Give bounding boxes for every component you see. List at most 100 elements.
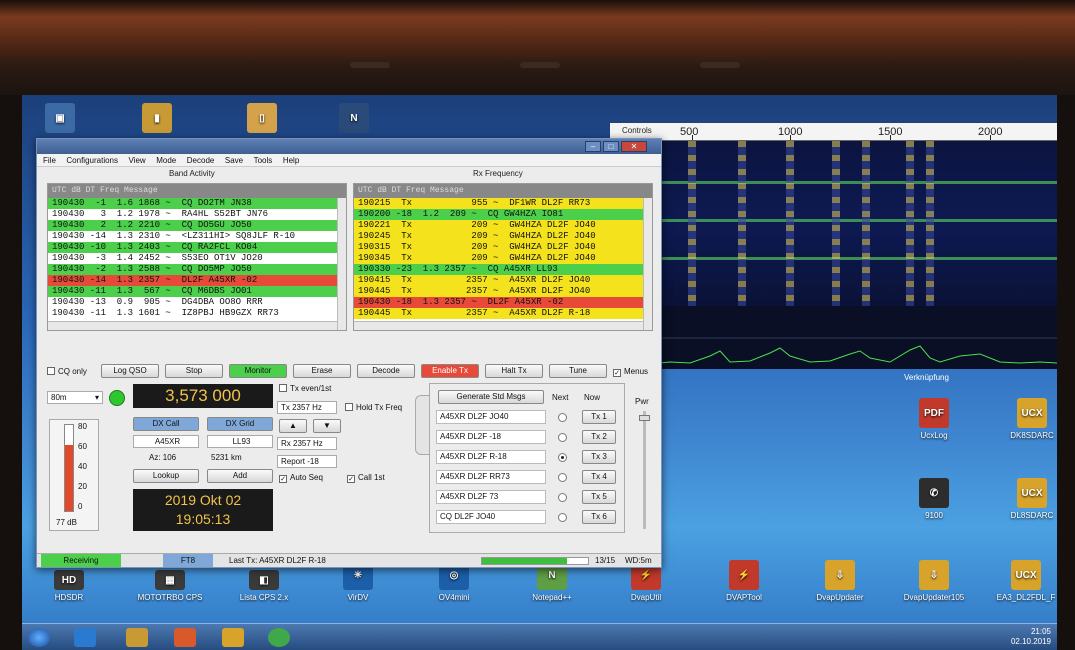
desktop-icon-ea3[interactable]: UCX EA3_DL2FDL_F xyxy=(990,560,1057,602)
halt-tx-button[interactable]: Halt Tx xyxy=(485,364,543,378)
hold-tx-freq-checkbox[interactable]: Hold Tx Freq xyxy=(345,403,402,412)
tx-message-field[interactable]: A45XR DL2F JO40 xyxy=(436,410,546,424)
tx-message-field[interactable]: A45XR DL2F RR73 xyxy=(436,470,546,484)
cq-only-checkbox[interactable]: CQ only xyxy=(47,367,87,376)
decode-row[interactable]: 190430 -2 1.3 2588 ~ CQ DO5MP JO50 xyxy=(48,264,346,275)
taskbar-ucx-icon[interactable] xyxy=(222,628,244,647)
desktop-icon-dk8sdarc[interactable]: UCX DK8SDARC xyxy=(996,398,1057,440)
decode-row[interactable]: 190430 -18 1.3 2357 ~ DL2F A45XR -02 xyxy=(354,297,652,308)
desktop-icon-ucxlog[interactable]: PDF UcxLog xyxy=(898,398,970,440)
rx-frequency-list[interactable]: UTC dB DT Freq Message 190215 Tx 955 ~ D… xyxy=(353,183,653,331)
decode-button[interactable]: Decode xyxy=(357,364,415,378)
wsjtx-window[interactable]: – □ ✕ File Configurations View Mode Deco… xyxy=(36,138,662,568)
report-spinbox[interactable]: Report -18 xyxy=(277,455,337,468)
tx-now-button[interactable]: Tx 2 xyxy=(582,430,616,444)
erase-button[interactable]: Erase xyxy=(293,364,351,378)
maximize-button[interactable]: □ xyxy=(603,141,619,152)
desktop-icon-hdsdr[interactable]: HD HDSDR xyxy=(34,570,104,602)
dx-call-input[interactable]: A45XR xyxy=(133,435,199,448)
menu-save[interactable]: Save xyxy=(225,154,243,167)
decode-row[interactable]: 190345 Tx 209 ~ GW4HZA DL2F JO40 xyxy=(354,253,652,264)
menu-help[interactable]: Help xyxy=(283,154,299,167)
decode-row[interactable]: 190430 -10 1.3 2403 ~ CQ RA2FCL KO04 xyxy=(48,242,346,253)
decode-row[interactable]: 190430 -1 1.6 1868 ~ CQ DO2TM JN38 xyxy=(48,198,346,209)
desktop-icon-lista-cps[interactable]: ◧ Lista CPS 2.x xyxy=(226,570,302,602)
close-button[interactable]: ✕ xyxy=(621,141,647,152)
decode-row[interactable]: 190200 -18 1.2 209 ~ CQ GW4HZA IO81 xyxy=(354,209,652,220)
next-radio[interactable] xyxy=(558,493,567,502)
taskbar-ie-icon[interactable] xyxy=(74,628,96,647)
log-qso-button[interactable]: Log QSO xyxy=(101,364,159,378)
decode-row[interactable]: 190430 -14 1.3 2357 ~ DL2F A45XR -02 xyxy=(48,275,346,286)
decode-row[interactable]: 190430 3 1.2 1978 ~ RA4HL S52BT JN76 xyxy=(48,209,346,220)
start-button[interactable] xyxy=(28,628,50,647)
tx-even-checkbox[interactable]: Tx even/1st xyxy=(279,384,331,393)
next-radio[interactable] xyxy=(558,453,567,462)
waterfall-window[interactable]: Controls 500 1000 1500 2000 xyxy=(610,123,1057,369)
stop-button[interactable]: Stop xyxy=(165,364,223,378)
decode-row[interactable]: 190245 Tx 209 ~ GW4HZA DL2F JO40 xyxy=(354,231,652,242)
tx-message-field[interactable]: A45XR DL2F -18 xyxy=(436,430,546,444)
tx-now-button[interactable]: Tx 1 xyxy=(582,410,616,424)
tune-button[interactable]: Tune xyxy=(549,364,607,378)
desktop-icon[interactable]: ▣ xyxy=(40,103,80,136)
tx-now-button[interactable]: Tx 4 xyxy=(582,470,616,484)
decode-row[interactable]: 190415 Tx 2357 ~ A45XR DL2F JO40 xyxy=(354,275,652,286)
menu-view[interactable]: View xyxy=(129,154,146,167)
menus-checkbox[interactable]: ✓ Menus xyxy=(613,367,648,377)
auto-seq-checkbox[interactable]: ✓ Auto Seq xyxy=(279,473,323,483)
desktop-icon-dvapupdater[interactable]: ⇩ DvapUpdater xyxy=(804,560,876,602)
desktop-icon-9100[interactable]: ✆ 9100 xyxy=(898,478,970,520)
desktop-icon-dvapupdater105[interactable]: ⇩ DvapUpdater105 xyxy=(898,560,970,602)
minimize-button[interactable]: – xyxy=(585,141,601,152)
next-radio[interactable] xyxy=(558,513,567,522)
desktop-icon[interactable]: ▮ xyxy=(137,103,177,136)
decode-row[interactable]: 190430 -13 0.9 905 ~ DG4DBA OO8O RRR xyxy=(48,297,346,308)
desktop-icon-dvaptool[interactable]: ⚡ DVAPTool xyxy=(708,560,780,602)
monitor-button[interactable]: Monitor xyxy=(229,364,287,378)
taskbar-explorer-icon[interactable] xyxy=(126,628,148,647)
rx-frequency-spinbox[interactable]: Rx 2357 Hz xyxy=(277,437,337,450)
tx-message-field[interactable]: A45XR DL2F 73 xyxy=(436,490,546,504)
decode-row[interactable]: 190430 -14 1.3 2310 ~ <LZ311HI> SQ8JLF R… xyxy=(48,231,346,242)
next-radio[interactable] xyxy=(558,433,567,442)
tx-now-button[interactable]: Tx 6 xyxy=(582,510,616,524)
set-tx-up-button[interactable]: ▲ xyxy=(279,419,307,433)
tx-frequency-spinbox[interactable]: Tx 2357 Hz xyxy=(277,401,337,414)
dx-grid-input[interactable]: LL93 xyxy=(207,435,273,448)
dx-grid-button[interactable]: DX Grid xyxy=(207,417,273,431)
decode-row[interactable]: 190445 Tx 2357 ~ A45XR DL2F JO40 xyxy=(354,286,652,297)
generate-std-msgs-button[interactable]: Generate Std Msgs xyxy=(438,390,544,404)
waterfall-display[interactable] xyxy=(610,141,1057,306)
tx-now-button[interactable]: Tx 3 xyxy=(582,450,616,464)
desktop-icon-mototrbo[interactable]: ▦ MOTOTRBO CPS xyxy=(130,570,210,602)
tx-now-button[interactable]: Tx 5 xyxy=(582,490,616,504)
vertical-scrollbar[interactable] xyxy=(643,198,652,330)
tx-message-field[interactable]: A45XR DL2F R-18 xyxy=(436,450,546,464)
lookup-button[interactable]: Lookup xyxy=(133,469,199,483)
decode-row[interactable]: 190445 Tx 2357 ~ A45XR DL2F R-18 xyxy=(354,308,652,319)
add-button[interactable]: Add xyxy=(207,469,273,483)
decode-row[interactable]: 190430 -11 1.3 567 ~ CQ M6DBS JO01 xyxy=(48,286,346,297)
menu-file[interactable]: File xyxy=(43,154,56,167)
menu-decode[interactable]: Decode xyxy=(187,154,215,167)
call-1st-checkbox[interactable]: ✓ Call 1st xyxy=(347,473,385,483)
system-tray[interactable]: 21:05 02.10.2019 xyxy=(1011,627,1051,647)
taskbar-chrome-icon[interactable] xyxy=(268,628,290,647)
menu-configurations[interactable]: Configurations xyxy=(66,154,118,167)
decode-row[interactable]: 190315 Tx 209 ~ GW4HZA DL2F JO40 xyxy=(354,242,652,253)
decode-row[interactable]: 190215 Tx 955 ~ DF1WR DL2F RR73 xyxy=(354,198,652,209)
decode-row[interactable]: 190330 -23 1.3 2357 ~ CQ A45XR LL93 xyxy=(354,264,652,275)
menu-tools[interactable]: Tools xyxy=(254,154,273,167)
decode-row[interactable]: 190430 -3 1.4 2452 ~ S53EO OT1V JO20 xyxy=(48,253,346,264)
horizontal-scrollbar[interactable] xyxy=(354,321,643,330)
decode-row[interactable]: 190430 2 1.2 2210 ~ CQ DO5GU JO50 xyxy=(48,220,346,231)
band-select[interactable]: 80m ▾ xyxy=(47,391,103,404)
tx-message-field[interactable]: CQ DL2F JO40 xyxy=(436,510,546,524)
dx-call-button[interactable]: DX Call xyxy=(133,417,199,431)
desktop-icon-dl8sdarc[interactable]: UCX DL8SDARC xyxy=(996,478,1057,520)
set-tx-down-button[interactable]: ▼ xyxy=(313,419,341,433)
message-tabs[interactable] xyxy=(415,395,429,455)
decode-row[interactable]: 190430 -11 1.3 1601 ~ IZ8PBJ HB9GZX RR73 xyxy=(48,308,346,319)
enable-tx-button[interactable]: Enable Tx xyxy=(421,364,479,378)
